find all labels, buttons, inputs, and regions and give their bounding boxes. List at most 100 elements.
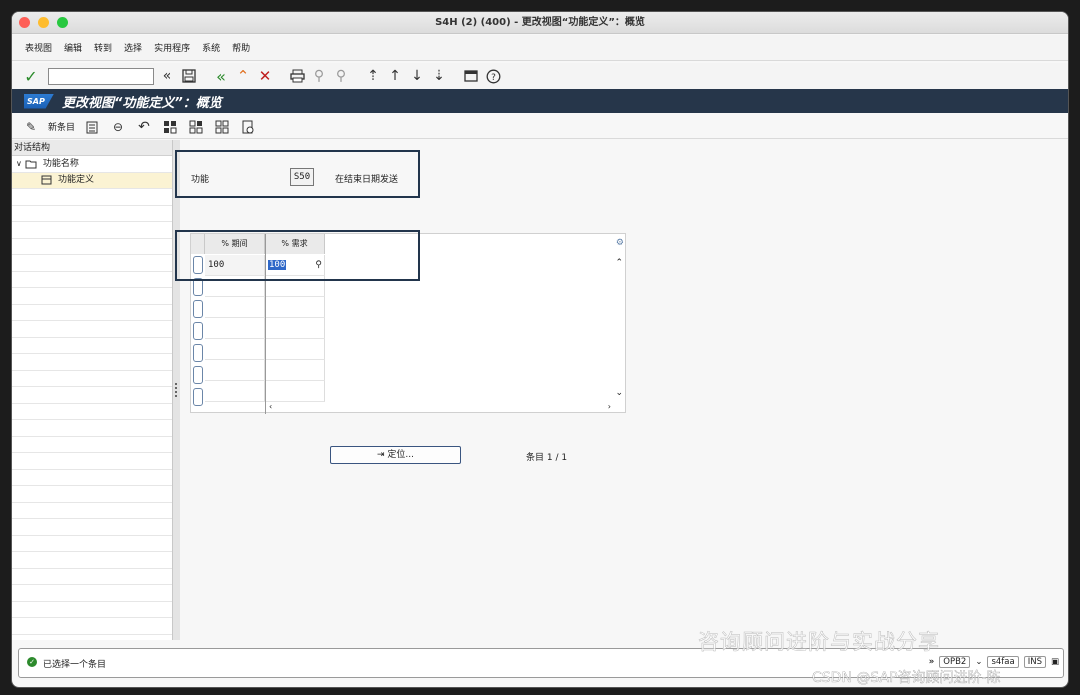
find-icon[interactable]: ⚲ (310, 67, 328, 85)
menu-system[interactable]: 系统 (202, 41, 220, 54)
help-icon[interactable]: ? (484, 67, 502, 85)
tree-empty-row (12, 536, 172, 552)
empty-cell[interactable] (205, 381, 265, 402)
tree-node-function-definition[interactable]: 功能定义 (12, 172, 172, 189)
function-label: 功能 (191, 175, 210, 185)
tree-empty-row (12, 618, 172, 635)
empty-cell[interactable] (205, 360, 265, 381)
tree-empty-row (12, 206, 172, 222)
delete-icon[interactable]: ⊖ (109, 118, 127, 136)
empty-cell[interactable] (265, 381, 325, 402)
tree-empty-row (12, 338, 172, 354)
application-toolbar: ✎ 新条目 ⊖ ↶ (12, 115, 1068, 139)
title-bar: S4H (2) (400) - 更改视图“功能定义”：概览 (12, 12, 1068, 34)
cancel-icon[interactable]: ✕ (256, 67, 274, 85)
tree-empty-row (12, 239, 172, 255)
menu-edit[interactable]: 编辑 (64, 41, 82, 54)
select-all-icon[interactable] (161, 118, 179, 136)
empty-cell[interactable] (205, 297, 265, 318)
chevron-down-icon[interactable]: ⌄ (975, 657, 982, 667)
splitter-grip[interactable] (175, 383, 177, 397)
menu-select[interactable]: 选择 (124, 41, 142, 54)
status-menu-icon[interactable]: ▣ (1051, 657, 1059, 667)
row-selector[interactable] (193, 322, 203, 340)
position-icon: ⇥ (376, 450, 385, 460)
command-field[interactable] (48, 67, 154, 85)
position-button-label: 定位... (387, 450, 414, 460)
table-view-icon (41, 175, 52, 185)
first-page-icon[interactable]: ⇡ (364, 67, 382, 85)
dialog-structure-panel: 对话结构 ∨ 功能名称 功能定义 (12, 140, 173, 640)
row-selector[interactable] (193, 366, 203, 384)
empty-cell[interactable] (265, 318, 325, 339)
exit-icon[interactable]: ⌃ (234, 67, 252, 85)
tree-node-label: 功能名称 (42, 158, 79, 169)
find-next-icon[interactable]: ⚲ (332, 67, 350, 85)
minimize-window-button[interactable] (38, 17, 49, 28)
empty-cell[interactable] (265, 339, 325, 360)
scroll-right-icon[interactable]: › (608, 402, 611, 411)
next-page-icon[interactable]: ↓ (408, 67, 426, 85)
display-change-icon[interactable]: ✎ (22, 118, 40, 136)
menu-utilities[interactable]: 实用程序 (154, 41, 190, 54)
tree-empty-row (12, 453, 172, 470)
variant-icon[interactable] (239, 118, 257, 136)
menu-table-view[interactable]: 表视图 (25, 41, 52, 54)
row-selector[interactable] (193, 300, 203, 318)
menu-help[interactable]: 帮助 (232, 41, 250, 54)
tree-empty-row (12, 519, 172, 536)
tree-empty-row (12, 602, 172, 618)
tree-empty-row (12, 470, 172, 486)
empty-cell[interactable] (265, 297, 325, 318)
scroll-down-icon[interactable]: ⌄ (615, 388, 623, 398)
scroll-left-icon[interactable]: ‹ (269, 402, 272, 411)
select-block-icon[interactable] (187, 118, 205, 136)
tree-empty-row (12, 272, 172, 288)
input-mode[interactable]: INS (1023, 656, 1046, 668)
row-selector[interactable] (193, 344, 203, 362)
tree-empty-row (12, 569, 172, 585)
function-description: 在结束日期发送 (335, 175, 399, 185)
menu-goto[interactable]: 转到 (94, 41, 112, 54)
tree-node-function-name[interactable]: ∨ 功能名称 (12, 156, 172, 173)
watermark-wechat: 咨询顾问进阶与实战分享 (698, 630, 940, 655)
tree-empty-row (12, 437, 172, 453)
sap-logo: SAP (24, 93, 54, 109)
tree-empty-row (12, 420, 172, 437)
empty-cell[interactable] (205, 318, 265, 339)
empty-cell[interactable] (265, 360, 325, 381)
empty-cell[interactable] (205, 339, 265, 360)
row-selector[interactable] (193, 388, 203, 406)
save-icon[interactable] (180, 67, 198, 85)
expand-status-icon[interactable]: » (929, 657, 935, 667)
tree-empty-row (12, 222, 172, 239)
standard-toolbar: ✓ « « ⌃ ✕ ⚲ ⚲ ⇡ ↑ ↓ ⇣ ? (12, 63, 1068, 89)
success-icon: ✓ (27, 657, 37, 667)
deselect-all-icon[interactable] (213, 118, 231, 136)
tree-empty-row (12, 321, 172, 338)
close-window-button[interactable] (19, 17, 30, 28)
print-icon[interactable] (288, 67, 306, 85)
scroll-up-icon[interactable]: ⌃ (615, 258, 623, 268)
table-settings-icon[interactable]: ⚙ (616, 238, 624, 248)
tree-empty-row (12, 503, 172, 519)
previous-page-icon[interactable]: ↑ (386, 67, 404, 85)
window-title: S4H (2) (400) - 更改视图“功能定义”：概览 (435, 17, 645, 28)
tree-empty-row (12, 387, 172, 404)
last-page-icon[interactable]: ⇣ (430, 67, 448, 85)
undo-icon[interactable]: ↶ (135, 118, 153, 136)
svg-text:?: ? (491, 73, 496, 83)
chevron-down-icon[interactable]: ∨ (16, 156, 22, 172)
copy-as-icon[interactable] (83, 118, 101, 136)
maximize-window-button[interactable] (57, 17, 68, 28)
tree-empty-row (12, 288, 172, 305)
enter-checkmark-icon[interactable]: ✓ (22, 67, 40, 86)
position-button[interactable]: ⇥ 定位... (330, 446, 461, 464)
back-icon[interactable]: « (212, 67, 230, 86)
new-entries-button[interactable]: 新条目 (48, 120, 75, 133)
tree-empty-row (12, 354, 172, 371)
layout-menu-icon[interactable] (462, 67, 480, 85)
tree-empty-row (12, 404, 172, 420)
sap-window: S4H (2) (400) - 更改视图“功能定义”：概览 表视图 编辑 转到 … (11, 11, 1069, 688)
command-history-icon[interactable]: « (158, 67, 176, 85)
